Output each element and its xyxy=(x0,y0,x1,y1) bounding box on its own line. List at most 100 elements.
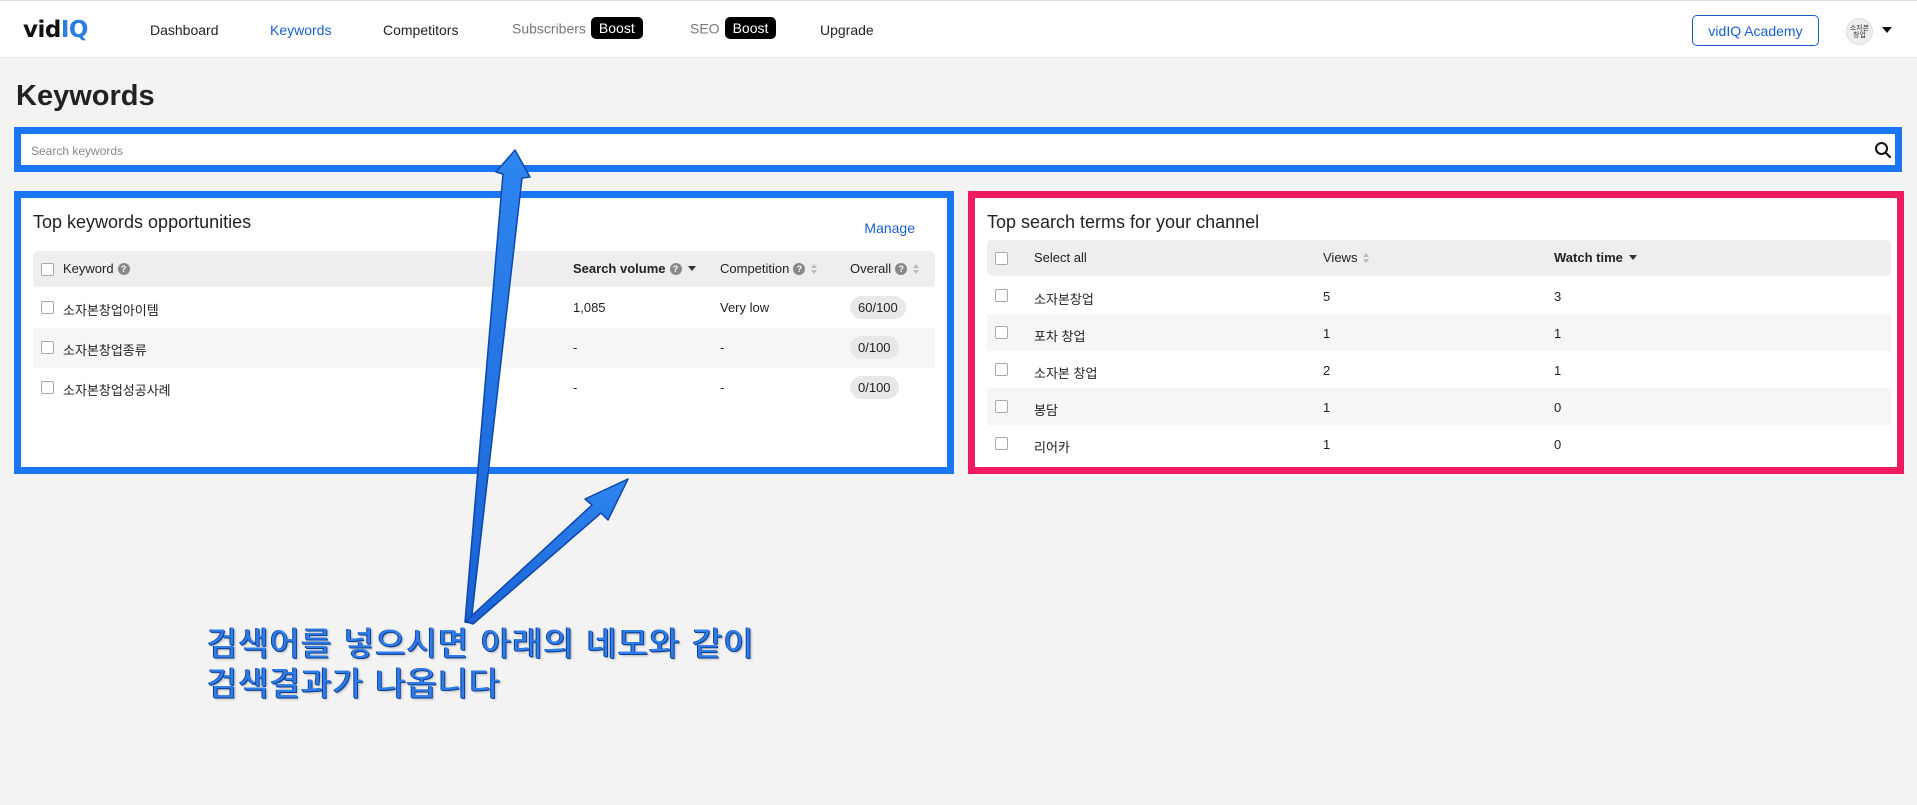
sort-icon[interactable] xyxy=(811,263,818,274)
boost-badge: Boost xyxy=(724,17,777,39)
annotation-line-2: 검색결과가 나옵니다 xyxy=(207,664,501,703)
watch-time-cell: 1 xyxy=(1554,326,1562,341)
avatar[interactable]: 소자본 창업 xyxy=(1846,18,1873,45)
search-volume-cell: - xyxy=(573,380,578,395)
nav-seo[interactable]: SEO Boost xyxy=(690,17,777,41)
watch-time-cell: 1 xyxy=(1554,363,1562,378)
column-keyword[interactable]: Keyword? xyxy=(63,261,130,276)
watch-time-cell: 3 xyxy=(1554,289,1562,304)
row-checkbox[interactable] xyxy=(41,381,54,394)
views-cell: 1 xyxy=(1323,326,1331,341)
select-all-label[interactable]: Select all xyxy=(1034,250,1087,265)
keyword-cell: 소자본창업아이템 xyxy=(63,303,159,318)
help-icon[interactable]: ? xyxy=(793,262,806,275)
row-checkbox[interactable] xyxy=(995,437,1008,450)
logo-accent-text: IQ xyxy=(60,17,89,43)
search-term-cell: 봉담 xyxy=(1034,403,1058,418)
row-checkbox[interactable] xyxy=(995,400,1008,413)
views-cell: 1 xyxy=(1323,400,1331,415)
nav-keywords[interactable]: Keywords xyxy=(270,22,331,38)
column-search-volume[interactable]: Search volume? xyxy=(573,261,696,276)
overall-score-badge: 0/100 xyxy=(850,376,899,399)
row-checkbox[interactable] xyxy=(995,363,1008,376)
avatar-text: 소자본 창업 xyxy=(1849,24,1870,39)
search-volume-cell: - xyxy=(573,340,578,355)
column-competition[interactable]: Competition? xyxy=(720,261,818,276)
search-input[interactable] xyxy=(31,143,1861,159)
table-row[interactable]: 소자본창업성공사례 - - 0/100 xyxy=(33,368,935,408)
column-overall[interactable]: Overall? xyxy=(850,261,920,276)
column-label: Watch time xyxy=(1554,250,1623,265)
table-row[interactable]: 리어카 1 0 xyxy=(987,425,1891,462)
views-cell: 5 xyxy=(1323,289,1331,304)
manage-link[interactable]: Manage xyxy=(864,220,915,236)
top-navigation: vidIQ Dashboard Keywords Competitors Sub… xyxy=(0,0,1917,58)
keyword-opportunities-panel: Top keywords opportunities Manage Keywor… xyxy=(14,191,954,474)
row-checkbox[interactable] xyxy=(995,289,1008,302)
annotation-caption: 검색어를 넣으시면 아래의 네모와 같이 검색결과가 나옵니다 xyxy=(207,624,755,704)
table-row[interactable]: 소자본창업 5 3 xyxy=(987,277,1891,314)
competition-cell: Very low xyxy=(720,300,770,315)
select-all-checkbox[interactable] xyxy=(41,263,54,276)
column-label: Views xyxy=(1323,250,1358,265)
watch-time-cell: 0 xyxy=(1554,437,1562,452)
views-cell: 2 xyxy=(1323,363,1331,378)
table-row[interactable]: 포차 창업 1 1 xyxy=(987,314,1891,351)
views-cell: 1 xyxy=(1323,437,1331,452)
table-row[interactable]: 소자본 창업 2 1 xyxy=(987,351,1891,388)
vidiq-logo[interactable]: vidIQ xyxy=(23,17,88,43)
search-term-cell: 소자본창업 xyxy=(1034,292,1094,307)
sort-icon[interactable] xyxy=(1363,252,1370,263)
table-row[interactable]: 봉담 1 0 xyxy=(987,388,1891,425)
nav-subscribers[interactable]: Subscribers Boost xyxy=(512,17,643,41)
competition-cell: - xyxy=(720,380,725,395)
column-watch-time[interactable]: Watch time xyxy=(1554,250,1637,265)
arrow-to-results-icon xyxy=(465,478,629,625)
competition-cell: - xyxy=(720,340,725,355)
nav-competitors[interactable]: Competitors xyxy=(383,22,458,38)
nav-dashboard[interactable]: Dashboard xyxy=(150,22,219,38)
panel-title: Top search terms for your channel xyxy=(987,212,1260,232)
top-search-terms-panel: Top search terms for your channel Select… xyxy=(968,191,1904,474)
keyword-cell: 소자본창업성공사례 xyxy=(63,383,171,398)
help-icon[interactable]: ? xyxy=(895,262,908,275)
page-title: Keywords xyxy=(16,80,155,112)
table-header: Keyword? Search volume? Competition? Ove… xyxy=(33,251,935,287)
table-row[interactable]: 소자본창업종류 - - 0/100 xyxy=(33,328,935,368)
help-icon[interactable]: ? xyxy=(669,262,682,275)
nav-upgrade[interactable]: Upgrade xyxy=(820,22,874,38)
boost-badge: Boost xyxy=(590,17,643,39)
search-term-cell: 소자본 창업 xyxy=(1034,366,1098,381)
sort-down-icon[interactable] xyxy=(1628,255,1637,261)
keyword-cell: 소자본창업종류 xyxy=(63,343,147,358)
nav-subscribers-label: Subscribers xyxy=(512,20,586,37)
row-checkbox[interactable] xyxy=(41,301,54,314)
overall-score-badge: 60/100 xyxy=(850,296,906,319)
search-bar xyxy=(14,127,1902,172)
search-term-cell: 포차 창업 xyxy=(1034,329,1086,344)
chevron-down-icon[interactable] xyxy=(1882,27,1892,33)
sort-icon[interactable] xyxy=(913,263,920,274)
watch-time-cell: 0 xyxy=(1554,400,1562,415)
column-views[interactable]: Views xyxy=(1323,250,1370,265)
column-label: Overall xyxy=(850,261,892,276)
row-checkbox[interactable] xyxy=(995,326,1008,339)
logo-text: vid xyxy=(23,17,61,43)
table-header: Select all Views Watch time xyxy=(987,240,1891,276)
column-label: Keyword xyxy=(63,261,114,276)
sort-down-icon[interactable] xyxy=(687,266,696,272)
annotation-line-1: 검색어를 넣으시면 아래의 네모와 같이 xyxy=(207,624,755,663)
help-icon[interactable]: ? xyxy=(117,262,130,275)
vidiq-academy-button[interactable]: vidIQ Academy xyxy=(1692,15,1819,46)
column-label: Competition xyxy=(720,261,790,276)
panel-title: Top keywords opportunities xyxy=(33,212,252,232)
search-term-cell: 리어카 xyxy=(1034,440,1070,455)
search-volume-cell: 1,085 xyxy=(573,300,606,315)
nav-seo-label: SEO xyxy=(690,20,720,37)
table-row[interactable]: 소자본창업아이템 1,085 Very low 60/100 xyxy=(33,288,935,328)
select-all-checkbox[interactable] xyxy=(995,252,1008,265)
overall-score-badge: 0/100 xyxy=(850,336,899,359)
search-icon[interactable] xyxy=(1873,140,1893,160)
row-checkbox[interactable] xyxy=(41,341,54,354)
column-label: Search volume xyxy=(573,261,666,276)
